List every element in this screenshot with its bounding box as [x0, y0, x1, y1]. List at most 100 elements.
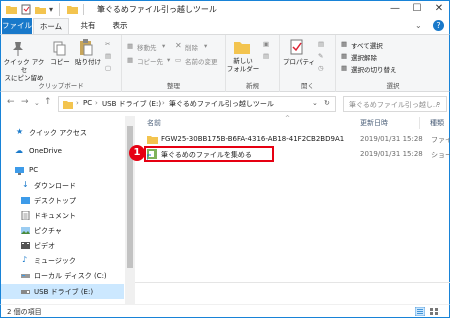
table-row[interactable]: FGW25-30BB175B-B6FA-4316-AB18-41F2CB2BD9… — [141, 133, 450, 146]
invert-selection-icon: ▦ — [341, 64, 348, 72]
details-view-icon[interactable] — [415, 307, 425, 316]
cut-icon[interactable]: ✂ — [105, 40, 110, 48]
copy-button[interactable]: コピー — [47, 58, 73, 66]
sidebar-item-label: OneDrive — [29, 147, 62, 155]
folder-icon — [67, 6, 78, 14]
chevron-down-icon: ▾ — [204, 42, 208, 50]
new-group: 新しい フォルダー ▣ ▤ 新規 — [226, 35, 280, 92]
copy-to-icon: ▦ — [127, 56, 134, 64]
recent-locations-icon[interactable]: ⌄ — [34, 99, 40, 107]
delete-button[interactable]: 削除 — [185, 42, 198, 52]
new-folder-label-line2: フォルダー — [226, 65, 260, 73]
sidebar-item-label: USB ドライブ (E:) — [34, 288, 94, 296]
navigation-pane: ★ クイック アクセス ☁ OneDrive PC ↓ ダウンロード デスクトッ… — [0, 116, 135, 304]
new-item-icon[interactable]: ▣ — [263, 40, 269, 48]
sidebar-item-local-disk[interactable]: ローカル ディスク (C:) — [1, 269, 124, 283]
sidebar-item-pc[interactable]: PC — [1, 164, 124, 178]
refresh-icon[interactable]: ↻ — [324, 99, 330, 107]
title-bar: ▾ 筆ぐるめファイル引っ越しツール — ☐ ✕ — [0, 0, 450, 18]
sidebar-item-desktop[interactable]: デスクトップ — [1, 194, 124, 208]
collapse-ribbon-icon[interactable]: ⌄ — [415, 21, 422, 30]
sidebar-item-usb[interactable]: USB ドライブ (E:) — [1, 284, 124, 299]
paste-shortcut-icon[interactable]: ▢ — [105, 64, 111, 72]
edit-icon[interactable]: ✎ — [318, 52, 323, 60]
breadcrumb-pc[interactable]: PC — [83, 99, 92, 107]
new-folder-icon[interactable] — [35, 4, 46, 15]
select-all-button[interactable]: すべて選択 — [351, 40, 383, 50]
invert-selection-button[interactable]: 選択の切り替え — [351, 64, 397, 74]
column-header-type[interactable]: 種類 — [430, 118, 444, 128]
folder-icon — [63, 101, 73, 109]
open-icon[interactable]: ▤ — [318, 40, 324, 48]
sidebar-item-quick-access[interactable]: ★ クイック アクセス — [1, 126, 124, 140]
disk-icon — [21, 274, 30, 278]
ribbon-tabs: ファイル ホーム 共有 表示 ⌄ ? — [0, 18, 450, 34]
sidebar-item-videos[interactable]: ビデオ — [1, 239, 124, 253]
sidebar-item-label: ピクチャ — [34, 227, 62, 235]
help-icon[interactable]: ? — [433, 20, 444, 31]
forward-icon[interactable]: → — [21, 97, 29, 107]
column-header-name[interactable]: 名前 — [147, 118, 161, 128]
sidebar-item-downloads[interactable]: ↓ ダウンロード — [1, 179, 124, 193]
new-folder-button[interactable]: 新しい フォルダー — [226, 57, 260, 73]
breadcrumb-separator: › — [76, 99, 79, 107]
breadcrumb-usb[interactable]: USB ドライブ (E:) — [102, 99, 161, 109]
breadcrumb-folder[interactable]: 筆ぐるめファイル引っ越しツール — [169, 99, 274, 109]
maximize-button[interactable]: ☐ — [406, 1, 428, 19]
file-date: 2019/01/31 15:28 — [360, 135, 423, 143]
tab-view[interactable]: 表示 — [105, 18, 135, 34]
search-icon: ⌕ — [436, 99, 441, 108]
clipboard-group: クイック アクセ スにピン留め コピー 貼り付け ✂ ▤ ▢ クリップボード — [1, 35, 122, 92]
sidebar-item-documents[interactable]: ドキュメント — [1, 209, 124, 223]
picture-icon — [21, 227, 30, 234]
sidebar-item-pictures[interactable]: ピクチャ — [1, 224, 124, 238]
tab-share[interactable]: 共有 — [73, 18, 103, 34]
download-icon: ↓ — [22, 180, 29, 189]
open-group: プロパティ ▤ ✎ ◷ 開く — [280, 35, 336, 92]
properties-icon[interactable] — [21, 4, 32, 15]
folder-icon — [6, 6, 17, 14]
easy-access-icon[interactable]: ▤ — [263, 52, 269, 60]
sidebar-item-onedrive[interactable]: ☁ OneDrive — [1, 145, 124, 159]
item-count: 2 個の項目 — [7, 308, 42, 316]
file-type: ショート — [431, 151, 450, 159]
file-type: ファイル — [431, 136, 450, 144]
rename-button[interactable]: 名前の変更 — [185, 56, 218, 66]
new-folder-icon — [234, 42, 250, 54]
sidebar-item-label: ローカル ディスク (C:) — [34, 272, 107, 280]
status-bar: 2 個の項目 — [0, 304, 450, 318]
search-input[interactable]: 筆ぐるめファイル引っ越し... ⌕ — [343, 96, 447, 112]
minimize-button[interactable]: — — [384, 1, 406, 19]
pin-icon — [13, 42, 23, 56]
divider — [83, 4, 84, 15]
folder-icon — [147, 136, 158, 144]
back-icon[interactable]: ← — [7, 97, 15, 107]
address-box[interactable]: › PC › USB ドライブ (E:) › 筆ぐるめファイル引っ越しツール ⌄… — [58, 96, 336, 112]
close-button[interactable]: ✕ — [428, 1, 450, 19]
video-icon — [21, 242, 30, 249]
breadcrumb-separator: › — [95, 99, 98, 107]
window-title: 筆ぐるめファイル引っ越しツール — [97, 5, 217, 14]
copy-to-button[interactable]: コピー先 — [137, 56, 163, 66]
select-none-button[interactable]: 選択解除 — [351, 52, 377, 62]
pin-to-quick-access-button[interactable]: クイック アクセ スにピン留め — [3, 58, 45, 82]
copy-path-icon[interactable]: ▤ — [105, 52, 111, 60]
delete-icon: ✕ — [175, 41, 182, 50]
chevron-down-icon[interactable]: ⌄ — [312, 99, 318, 107]
up-icon[interactable]: ↑ — [44, 97, 52, 107]
rename-icon: ▭ — [175, 56, 182, 64]
tab-file[interactable]: ファイル — [2, 18, 32, 34]
sidebar-item-music[interactable]: ♪ ミュージック — [1, 254, 124, 268]
history-icon[interactable]: ◷ — [318, 64, 324, 72]
customize-qat-icon[interactable]: ▾ — [49, 5, 53, 14]
large-icons-view-icon[interactable] — [429, 307, 439, 316]
open-group-label: 開く — [301, 82, 314, 90]
move-to-button[interactable]: 移動先 — [137, 42, 157, 52]
sidebar-item-label: PC — [29, 166, 39, 174]
move-to-icon: ▦ — [127, 42, 134, 50]
column-header-date[interactable]: 更新日時 — [360, 118, 388, 128]
properties-button[interactable]: プロパティ — [282, 58, 316, 66]
paste-button[interactable]: 貼り付け — [74, 58, 102, 66]
tab-home[interactable]: ホーム — [33, 18, 69, 34]
copy-icon — [53, 41, 66, 56]
